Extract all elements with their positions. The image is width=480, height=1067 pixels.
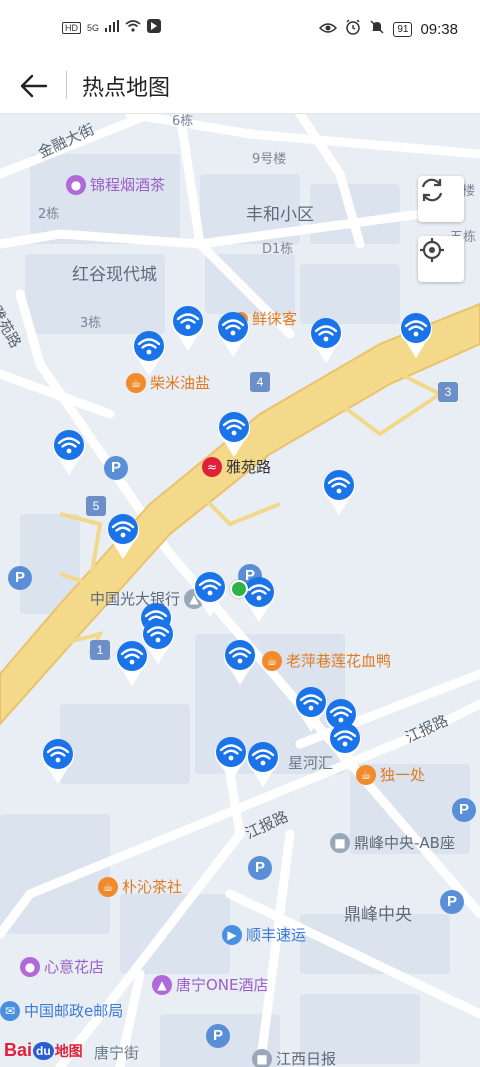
map-label-6dong: 6栋 <box>172 114 194 129</box>
map-label-3dong: 3栋 <box>80 316 102 331</box>
poi-puqin[interactable]: ☕ 朴沁茶社 <box>98 876 182 897</box>
poi-duyichu[interactable]: ☕ 独一处 <box>356 764 425 785</box>
poi-yayuan-station[interactable]: ≈ 雅苑路 <box>202 456 271 477</box>
battery-indicator: 91 <box>393 21 413 37</box>
wifi-hotspot-pin[interactable] <box>215 309 251 359</box>
hd-indicator: HD <box>62 21 81 34</box>
map-label-2dong: 2栋 <box>38 207 60 222</box>
alarm-icon <box>345 19 361 39</box>
metro-icon: ≈ <box>202 456 222 477</box>
poi-laoping[interactable]: ☕ 老萍巷莲花血鸭 <box>262 650 391 671</box>
wifi-hotspot-pin[interactable] <box>398 310 434 360</box>
wifi-hotspot-pin[interactable] <box>222 637 258 687</box>
wifi-hotspot-pin[interactable] <box>114 638 150 688</box>
parking-icon: P <box>440 890 464 914</box>
refresh-button[interactable] <box>418 176 464 222</box>
shop-icon: ● <box>66 174 86 195</box>
wifi-hotspot-pin[interactable] <box>192 569 228 619</box>
logo-ditu: 地图 <box>54 1042 83 1059</box>
post-icon: ✉ <box>0 1000 20 1021</box>
parking-icon: P <box>206 1024 230 1048</box>
wifi-hotspot-pin[interactable] <box>245 739 281 789</box>
poi-shunfeng[interactable]: ▶ 顺丰速运 <box>222 924 306 945</box>
wifi-hotspot-pin[interactable] <box>321 467 357 517</box>
network-indicator: 5G <box>87 22 100 33</box>
poi-label: 独一处 <box>380 766 426 784</box>
app-notification-icon <box>147 19 162 36</box>
wifi-hotspot-pin[interactable] <box>213 734 249 784</box>
title-divider <box>66 71 67 99</box>
wifi-hotspot-pin[interactable] <box>170 303 206 353</box>
poi-label: 江西日报 <box>276 1050 337 1067</box>
hotspot-map[interactable]: 6栋 金融大街 9号楼 2栋 丰和小区 D1栋 五栋 楼 红谷现代城 雅苑路 3… <box>0 114 480 1067</box>
map-label-dingfeng: 鼎峰中央 <box>344 905 412 925</box>
title-bar: 热点地图 <box>0 58 480 114</box>
wifi-hotspot-pin[interactable] <box>308 315 344 365</box>
hotel-icon: ▲ <box>152 974 172 995</box>
poi-label: 顺丰速运 <box>246 926 307 944</box>
poi-dingfeng-ab[interactable]: ■ 鼎峰中央-AB座 <box>330 832 455 853</box>
poi-tangning-one[interactable]: ▲ 唐宁ONE酒店 <box>152 974 269 995</box>
arrow-left-icon <box>20 74 48 98</box>
current-location-marker <box>230 580 248 598</box>
cafe-icon: ☕ <box>98 876 118 897</box>
building-icon: ■ <box>252 1048 272 1067</box>
logo-du: du <box>33 1041 54 1060</box>
map-label-9hao: 9号楼 <box>252 152 287 167</box>
locate-icon <box>420 238 444 262</box>
wifi-hotspot-pin[interactable] <box>216 409 252 459</box>
parking-icon: P <box>104 456 128 480</box>
poi-jincheng[interactable]: ● 锦程烟酒茶 <box>66 174 165 195</box>
poi-label: 心意花店 <box>44 958 105 976</box>
map-label-tangning: 唐宁街 <box>94 1044 140 1062</box>
parking-icon: P <box>452 798 476 822</box>
poi-xinyi[interactable]: ● 心意花店 <box>20 956 104 977</box>
wifi-hotspot-pin[interactable] <box>241 574 277 624</box>
poi-youzheng[interactable]: ✉ 中国邮政e邮局 <box>0 1000 123 1021</box>
eye-icon <box>319 21 338 38</box>
route-badge-3: 3 <box>438 382 458 402</box>
status-right: 91 09:38 <box>319 19 458 39</box>
wifi-hotspot-pin[interactable] <box>105 511 141 561</box>
wifi-hotspot-pin[interactable] <box>131 328 167 378</box>
route-badge-5: 5 <box>86 496 106 516</box>
map-label-d1: D1栋 <box>262 242 294 257</box>
route-badge-4: 4 <box>250 372 270 392</box>
poi-label: 鼎峰中央-AB座 <box>354 834 455 852</box>
delivery-icon: ▶ <box>222 924 242 945</box>
parking-icon: P <box>8 566 32 590</box>
poi-label: 锦程烟酒茶 <box>90 176 166 194</box>
page-title: 热点地图 <box>82 76 171 101</box>
baidu-logo: Bai du 地图 <box>4 1040 83 1061</box>
building-icon: ■ <box>330 832 350 853</box>
poi-label: 中国邮政e邮局 <box>24 1002 124 1020</box>
poi-label: 唐宁ONE酒店 <box>176 976 269 994</box>
food-icon: ☕ <box>262 650 282 671</box>
clock: 09:38 <box>420 20 458 38</box>
poi-label: 鲜徕客 <box>252 310 298 328</box>
back-button[interactable] <box>12 64 56 108</box>
map-label-honggu: 红谷现代城 <box>72 265 157 285</box>
locate-button[interactable] <box>418 236 464 282</box>
parking-icon: P <box>248 856 272 880</box>
status-bar: HD 5G 91 09:38 <box>0 0 480 58</box>
refresh-icon <box>421 178 443 202</box>
poi-jiangxi[interactable]: ■ 江西日报 <box>252 1048 336 1067</box>
wifi-hotspot-pin[interactable] <box>40 736 76 786</box>
poi-label: 雅苑路 <box>226 458 272 476</box>
status-left: HD 5G <box>62 19 162 36</box>
poi-label: 老萍巷莲花血鸭 <box>286 652 392 670</box>
wifi-status-icon <box>125 20 141 35</box>
signal-icon <box>105 20 120 35</box>
wifi-hotspot-pin[interactable] <box>327 720 363 770</box>
shop-icon: ● <box>20 956 40 977</box>
wifi-hotspot-pin[interactable] <box>51 427 87 477</box>
logo-bai: Bai <box>4 1040 33 1060</box>
poi-label: 朴沁茶社 <box>122 878 183 896</box>
route-badge-1: 1 <box>90 640 110 660</box>
mute-icon <box>369 19 385 39</box>
map-label-fenghe: 丰和小区 <box>246 205 314 225</box>
